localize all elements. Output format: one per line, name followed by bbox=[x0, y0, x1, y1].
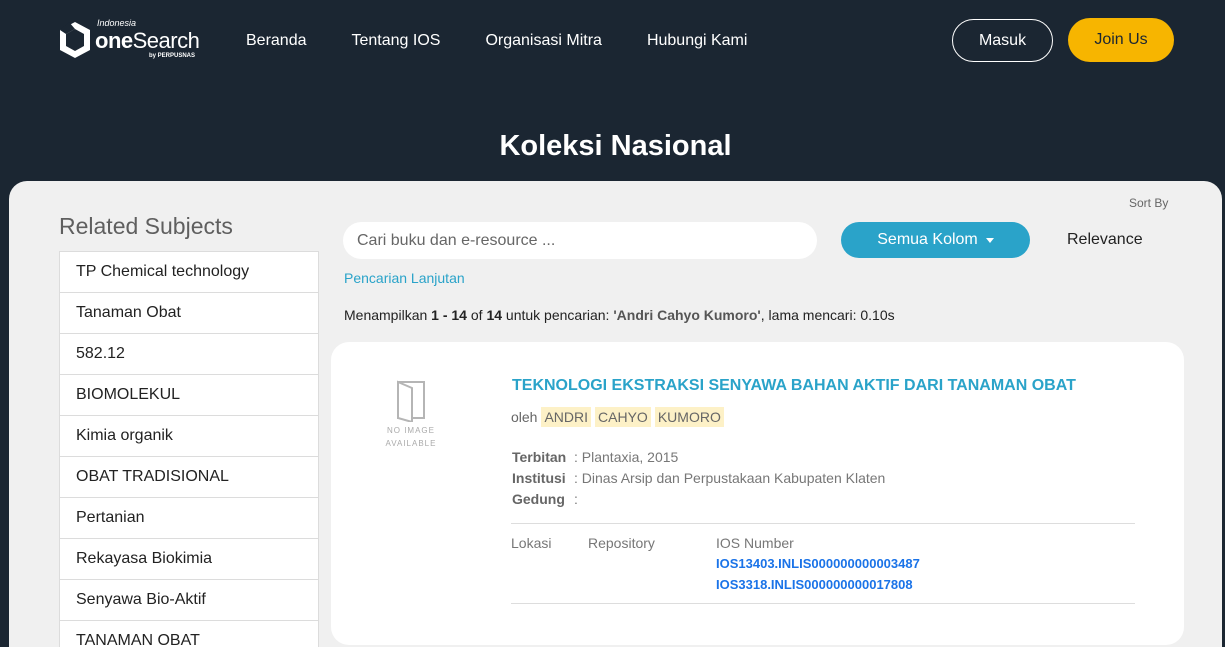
divider bbox=[511, 603, 1135, 604]
join-button[interactable]: Join Us bbox=[1068, 18, 1174, 62]
repository-header: Repository bbox=[588, 535, 655, 551]
subject-item[interactable]: BIOMOLEKUL bbox=[60, 375, 318, 416]
author-name[interactable]: CAHYO bbox=[595, 407, 651, 427]
lokasi-header: Lokasi bbox=[511, 535, 552, 551]
author-line: oleh ANDRI CAHYO KUMORO bbox=[511, 407, 724, 427]
divider bbox=[511, 523, 1135, 524]
book-title-link[interactable]: TEKNOLOGI EKSTRAKSI SENYAWA BAHAN AKTIF … bbox=[512, 377, 1076, 395]
ios-number-link[interactable]: IOS3318.INLIS000000000017808 bbox=[716, 577, 913, 592]
caret-down-icon bbox=[985, 237, 994, 243]
nav-organisasi-mitra[interactable]: Organisasi Mitra bbox=[485, 32, 601, 50]
nav-hubungi-kami[interactable]: Hubungi Kami bbox=[647, 32, 748, 50]
column-dropdown-label: Semua Kolom bbox=[877, 231, 978, 248]
no-image-text: NO IMAGE AVAILABLE bbox=[385, 426, 437, 448]
subject-item[interactable]: TANAMAN OBAT bbox=[60, 621, 318, 647]
meta-row: Terbitan : Plantaxia, 2015 bbox=[512, 448, 679, 465]
subject-item[interactable]: Pertanian bbox=[60, 498, 318, 539]
logo-by-text: by PERPUSNAS bbox=[149, 53, 196, 59]
author-by-label: oleh bbox=[511, 409, 538, 425]
sort-by-label: Sort By bbox=[1129, 196, 1169, 210]
sort-select[interactable]: Relevance bbox=[1067, 231, 1143, 249]
author-name[interactable]: KUMORO bbox=[654, 407, 724, 427]
onesearch-logo[interactable]: Indonesia oneSearch by PERPUSNAS bbox=[57, 18, 202, 66]
meta-row: Institusi : Dinas Arsip dan Perpustakaan… bbox=[512, 469, 886, 486]
logo-small-text: Indonesia bbox=[97, 18, 137, 28]
logo-main-text: oneSearch bbox=[95, 28, 200, 53]
meta-row: Gedung : bbox=[512, 490, 578, 507]
subject-item[interactable]: TP Chemical technology bbox=[60, 252, 318, 293]
subject-item[interactable]: Tanaman Obat bbox=[60, 293, 318, 334]
page-title: Koleksi Nasional bbox=[499, 130, 732, 162]
ios-number-link[interactable]: IOS13403.INLIS000000000003487 bbox=[716, 556, 920, 571]
search-input[interactable] bbox=[343, 222, 817, 259]
subject-item[interactable]: Senyawa Bio-Aktif bbox=[60, 580, 318, 621]
book-meta: Terbitan : Plantaxia, 2015 Institusi : D… bbox=[512, 446, 885, 509]
subject-item[interactable]: Rekayasa Biokimia bbox=[60, 539, 318, 580]
nav-beranda[interactable]: Beranda bbox=[246, 32, 307, 50]
column-dropdown-button[interactable]: Semua Kolom bbox=[841, 222, 1030, 258]
subject-item[interactable]: Kimia organik bbox=[60, 416, 318, 457]
result-summary: Menampilkan 1 - 14 of 14 untuk pencarian… bbox=[344, 307, 895, 323]
nav-tentang-ios[interactable]: Tentang IOS bbox=[352, 32, 441, 50]
subject-item[interactable]: 582.12 bbox=[60, 334, 318, 375]
main-nav: Beranda Tentang IOS Organisasi Mitra Hub… bbox=[246, 32, 792, 50]
ios-number-header: IOS Number bbox=[716, 535, 794, 551]
advanced-search-link[interactable]: Pencarian Lanjutan bbox=[344, 270, 465, 286]
related-subjects-list: TP Chemical technology Tanaman Obat 582.… bbox=[59, 251, 319, 647]
author-name[interactable]: ANDRI bbox=[541, 407, 592, 427]
login-button[interactable]: Masuk bbox=[952, 19, 1053, 62]
related-subjects-title: Related Subjects bbox=[59, 213, 233, 239]
subject-item[interactable]: OBAT TRADISIONAL bbox=[60, 457, 318, 498]
logo-hexagon-icon bbox=[60, 22, 90, 58]
